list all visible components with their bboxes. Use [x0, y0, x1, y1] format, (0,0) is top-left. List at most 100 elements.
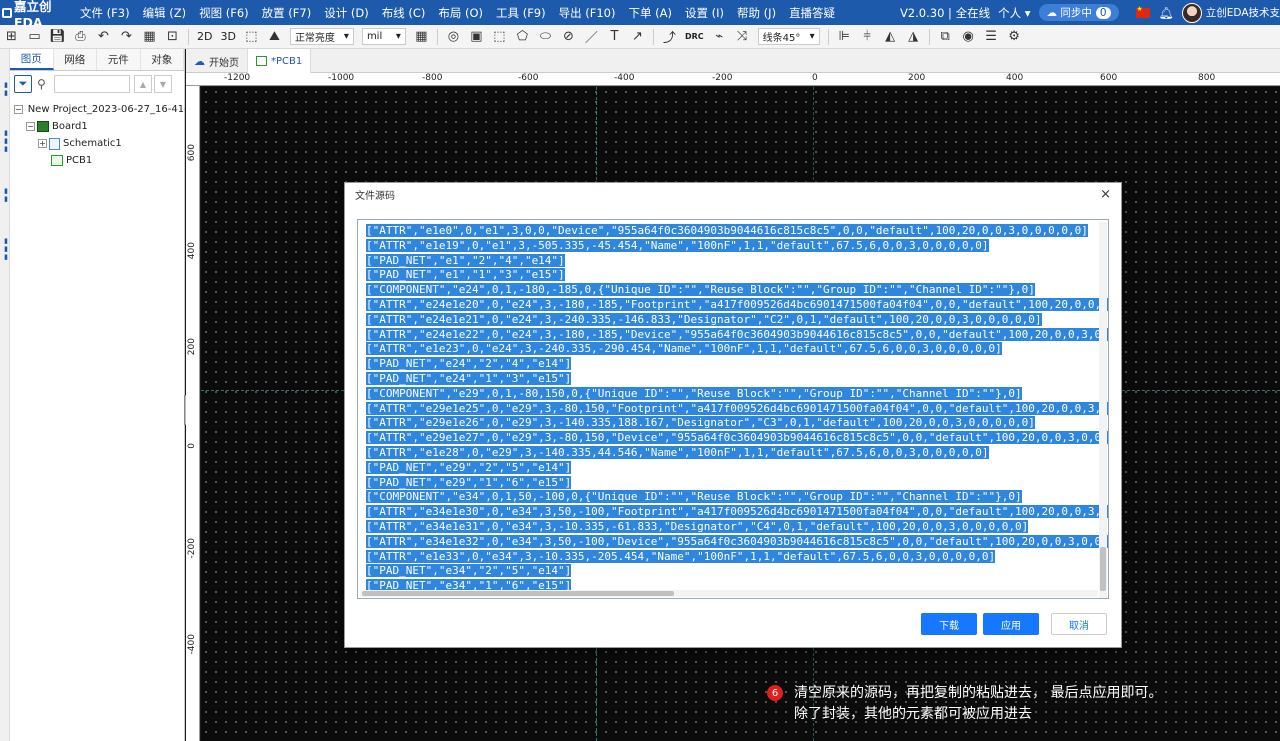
panel-tab[interactable]: 图页 [10, 49, 54, 70]
code-line: ["PAD_NET","e24","1","3","e15"] [366, 371, 1108, 387]
tab-start-page[interactable]: ☁ 开始页 [186, 49, 248, 73]
ellipse-icon[interactable]: ⬭ [535, 27, 556, 47]
sync-button[interactable]: ☁ 同步中 0 [1038, 4, 1119, 21]
scrollbar-thumb[interactable] [1100, 547, 1106, 591]
pcb-icon [256, 56, 267, 66]
menu-item[interactable]: 放置 (F7) [262, 5, 312, 21]
via-icon[interactable]: ◎ [443, 27, 464, 47]
username[interactable]: 立创EDA技术支 [1206, 5, 1280, 20]
menu-dropdown-icon[interactable]: ⊞ [1, 27, 22, 47]
close-icon[interactable]: × [1100, 187, 1111, 202]
redo-icon[interactable]: ↷ [116, 27, 137, 47]
cancel-button[interactable]: 取消 [1051, 613, 1107, 635]
tab-pcb1[interactable]: *PCB1 [248, 49, 312, 73]
menu-item[interactable]: 编辑 (Z) [143, 5, 187, 21]
flip-icon[interactable]: ◭ [880, 27, 901, 47]
new-file-icon[interactable]: ▭ [24, 27, 45, 47]
side-tab-icon[interactable]: ▮▮▮ [0, 127, 10, 155]
settings-icon[interactable]: ⚙ [1004, 27, 1025, 47]
panel-tab[interactable]: 对象 [140, 49, 184, 70]
polygon-icon[interactable]: ⬠ [512, 27, 533, 47]
filter-icon[interactable]: ⏷ [14, 75, 32, 93]
menu-item[interactable]: 导出 (F10) [559, 5, 616, 21]
search-input[interactable] [54, 75, 130, 93]
select-icon[interactable]: ⬚ [241, 27, 262, 47]
bom-icon[interactable]: ☰ [981, 27, 1002, 47]
separator [827, 28, 829, 45]
code-line: ["ATTR","e1e0",0,"e1",3,0,0,"Device","95… [366, 224, 1108, 239]
code-line: ["ATTR","e24e1e20",0,"e24",3,-180,-185,"… [366, 297, 1108, 313]
selected-code-text: ["PAD_NET","e1","1","3","e15"] [366, 268, 565, 282]
tree-item-project[interactable]: − New Project_2023-06-27_16-41-3 [10, 101, 194, 118]
ruler-tick-label: 200 [187, 338, 197, 356]
expand-icon[interactable]: + [38, 139, 47, 148]
dimension-icon[interactable]: ↗ [627, 27, 648, 47]
route-icon[interactable]: ⤴ [659, 27, 680, 47]
logo-icon [2, 7, 12, 18]
board-outline-icon[interactable]: ▣ [466, 27, 487, 47]
save-as-icon[interactable]: ⎙ [70, 27, 91, 47]
menu-item[interactable]: 设置 (I) [685, 5, 724, 21]
copy-icon[interactable]: ⧉ [935, 27, 956, 47]
menu-item[interactable]: 布局 (O) [438, 5, 483, 21]
bell-icon[interactable]: 🔔︎ [1159, 6, 1174, 20]
side-tab-icon[interactable]: ▮▮ [0, 79, 10, 99]
download-button[interactable]: 下载 [921, 613, 977, 635]
avatar[interactable] [1181, 2, 1202, 23]
diff-pair-icon[interactable]: ⤨ [732, 27, 753, 47]
view-2d-button[interactable]: 2D [194, 30, 215, 43]
menu-item[interactable]: 布线 (C) [382, 5, 426, 21]
horizontal-scrollbar[interactable] [360, 590, 1098, 597]
source-textarea[interactable]: ["ATTR","e1e0",0,"e1",3,0,0,"Device","95… [357, 219, 1109, 599]
save-icon[interactable]: 💾︎ [47, 27, 68, 47]
align-icon[interactable]: ⊫ [834, 27, 855, 47]
side-tab-icon[interactable]: ▮▮ [0, 185, 10, 205]
menu-item[interactable]: 下单 (A) [629, 5, 673, 21]
view-3d-button[interactable]: 3D [217, 30, 238, 43]
scrollbar-thumb[interactable] [362, 591, 674, 596]
menu-item[interactable]: 直播答疑 [789, 5, 835, 21]
user-mode-select[interactable]: 个人 ▾ [998, 5, 1030, 21]
brightness-select[interactable]: 正常亮度 ▾ [289, 28, 354, 45]
grid-settings-icon[interactable]: ▦ [411, 27, 432, 47]
tree-item-schematic[interactable]: + Schematic1 [10, 135, 184, 152]
tab-label: *PCB1 [271, 55, 303, 67]
panel-tab[interactable]: 元件 [97, 49, 141, 70]
next-arrow-icon[interactable]: ▼ [154, 75, 172, 93]
panel-tab[interactable]: 网络 [53, 49, 97, 70]
prev-arrow-icon[interactable]: ▲ [134, 75, 152, 93]
ruler-tick-label: -600 [518, 73, 539, 83]
vertical-scrollbar[interactable] [1099, 222, 1107, 598]
route-angle-select[interactable]: 线条45° ▾ [757, 28, 820, 45]
tree-item-pcb[interactable]: PCB1 [10, 152, 184, 169]
menu-item[interactable]: 工具 (F9) [496, 5, 546, 21]
tree-item-board[interactable]: − Board1 [10, 118, 184, 135]
undo-icon[interactable]: ↶ [93, 27, 114, 47]
unit-select[interactable]: mil ▾ [361, 28, 406, 45]
text-icon[interactable]: T [604, 27, 625, 47]
camera-icon[interactable]: ◉ [958, 27, 979, 47]
menu-item[interactable]: 文件 (F3) [80, 5, 130, 21]
region-icon[interactable]: ⬚ [489, 27, 510, 47]
side-tab-icon[interactable]: ▮▮▮ [0, 235, 10, 263]
code-line: ["COMPONENT","e29",0,1,-80,150,0,{"Uniqu… [366, 386, 1108, 402]
track-icon[interactable]: ⌁ [709, 27, 730, 47]
mirror-icon[interactable]: ◮ [903, 27, 924, 47]
collapse-icon[interactable]: − [14, 105, 23, 114]
menu-item[interactable]: 设计 (D) [324, 5, 368, 21]
layer-icon[interactable]: ⛰ [264, 27, 285, 47]
selected-code-text: ["PAD_NET","e1","2","4","e14"] [366, 253, 565, 267]
drc-button[interactable]: DRC [682, 32, 707, 41]
selected-code-text: ["ATTR","e29e1e27",0,"e29",3,-80,150,"De… [366, 431, 1108, 445]
menu-item[interactable]: 视图 (F6) [199, 5, 249, 21]
no-entry-icon[interactable]: ⊘ [558, 27, 579, 47]
line-icon[interactable]: ／ [581, 27, 602, 47]
zoom-fit-icon[interactable]: ⊡ [162, 27, 183, 47]
collapse-icon[interactable]: − [26, 122, 35, 131]
distribute-icon[interactable]: ⫩ [857, 27, 878, 47]
dialog-buttons: 下载 应用 取消 [915, 613, 1107, 635]
language-flag-icon[interactable] [1135, 5, 1150, 18]
grid-icon[interactable]: ▦ [139, 27, 160, 47]
apply-button[interactable]: 应用 [983, 613, 1039, 635]
menu-item[interactable]: 帮助 (J) [737, 5, 776, 21]
